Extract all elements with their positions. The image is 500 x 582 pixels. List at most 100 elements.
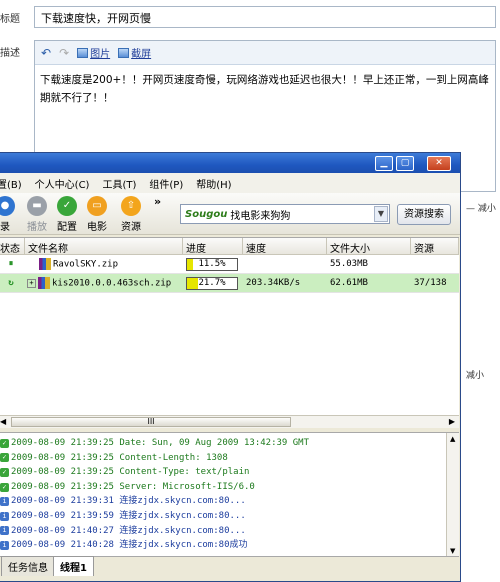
screenshot-label: 截屏 — [131, 49, 152, 60]
table-row[interactable]: ⏸ RavolSKY.zip 11.5% 55.03MB — [0, 255, 459, 274]
menu-help[interactable]: 帮助(H) — [196, 176, 231, 191]
log-text: 2009-08-09 21:39:25 Content-Type: text/p… — [11, 467, 250, 478]
col-filename[interactable]: 文件名称 — [25, 238, 183, 254]
editor-toolbar: ↶ ↷ 图片 截屏 — [35, 41, 495, 65]
movie-button[interactable]: ▭ 电影 — [83, 196, 111, 233]
record-icon: ● — [0, 196, 15, 216]
log-line: i 2009-08-09 21:40:28 连接zjdx.skycn.com:80… — [0, 538, 459, 553]
file-name: RavolSKY.zip — [53, 259, 119, 270]
log-line: ✓ 2009-08-09 21:39:25 Content-Type: text/… — [0, 465, 459, 480]
bottom-tabs: 任务信息 线程1 — [0, 556, 459, 576]
success-icon: ✓ — [0, 438, 9, 448]
log-text: 2009-08-09 21:39:25 Content-Length: 1308 — [11, 452, 228, 463]
scroll-left-icon[interactable]: ◀ — [0, 417, 6, 426]
scroll-right-icon[interactable]: ▶ — [449, 417, 455, 426]
play-button[interactable]: ▬ 播放 — [23, 196, 51, 233]
insert-image-label: 图片 — [90, 49, 111, 60]
log-lines: ✓ 2009-08-09 21:39:25 Date: Sun, 09 Aug 2… — [0, 436, 459, 553]
tab-thread-1[interactable]: 线程1 — [53, 556, 94, 576]
config-icon: ✓ — [57, 196, 77, 216]
config-label: 配置 — [57, 222, 77, 233]
download-manager-window: ▁ ▢ ✕ 置(B) 个人中心(C) 工具(T) 组件(P) 帮助(H) ● 录… — [0, 152, 461, 582]
insert-image-button[interactable]: 图片 — [77, 45, 110, 60]
zip-file-icon — [38, 277, 50, 289]
chevron-down-icon[interactable]: ▼ — [374, 206, 388, 222]
log-panel: ✓ 2009-08-09 21:39:25 Date: Sun, 09 Aug 2… — [0, 432, 459, 557]
scrollbar-thumb[interactable]: III — [11, 417, 291, 427]
shrink-link[interactable]: — 减小 — [466, 201, 496, 214]
resource-search-button[interactable]: 资源搜索 — [397, 204, 451, 225]
log-text: 2009-08-09 21:39:31 连接zjdx.skycn.com:80.… — [11, 496, 246, 507]
scroll-up-icon[interactable]: ▲ — [450, 435, 455, 443]
image-icon — [77, 47, 89, 58]
col-speed[interactable]: 速度 — [243, 238, 327, 254]
log-line: i 2009-08-09 21:40:27 连接zjdx.skycn.com:80… — [0, 524, 459, 539]
speed: 203.34KB/s — [246, 278, 301, 288]
file-size: 55.03MB — [330, 259, 368, 269]
search-combo[interactable]: Sougou 找电影来狗狗 ▼ — [180, 204, 390, 224]
log-text: 2009-08-09 21:40:28 连接zjdx.skycn.com:80成… — [11, 540, 248, 551]
config-button[interactable]: ✓ 配置 — [53, 196, 81, 233]
record-label: 录 — [0, 222, 10, 233]
screenshot-button[interactable]: 截屏 — [118, 45, 151, 60]
resource-label: 资源 — [121, 222, 141, 233]
progress-bar: 11.5% — [186, 257, 238, 271]
close-button[interactable]: ✕ — [427, 156, 451, 171]
col-size[interactable]: 文件大小 — [327, 238, 411, 254]
log-text: 2009-08-09 21:39:59 连接zjdx.skycn.com:80.… — [11, 510, 246, 521]
undo-icon[interactable]: ↶ — [41, 46, 51, 60]
log-line: ✓ 2009-08-09 21:39:25 Content-Length: 130… — [0, 451, 459, 466]
menu-components[interactable]: 组件(P) — [149, 176, 183, 191]
log-line: i 2009-08-09 21:39:31 连接zjdx.skycn.com:80… — [0, 494, 459, 509]
sources: 37/138 — [414, 278, 447, 288]
info-icon: i — [0, 511, 9, 521]
play-label: 播放 — [27, 222, 47, 233]
toolbar-overflow-icon[interactable]: » — [154, 195, 161, 208]
info-icon: i — [0, 497, 9, 507]
progress-text: 11.5% — [198, 258, 226, 269]
menu-personal-center[interactable]: 个人中心(C) — [35, 176, 90, 191]
description-text[interactable]: 下载速度是200+！！开网页速度奇慢，玩网络游戏也延迟也很大！！早上还正常，一到… — [35, 65, 495, 113]
pause-icon: ⏸ — [8, 259, 14, 269]
tab-task-info[interactable]: 任务信息 — [1, 556, 55, 576]
play-icon: ▬ — [27, 196, 47, 216]
log-text: 2009-08-09 21:39:25 Date: Sun, 09 Aug 20… — [11, 438, 310, 448]
movie-label: 电影 — [87, 222, 107, 233]
menu-settings[interactable]: 置(B) — [0, 176, 22, 191]
col-progress[interactable]: 进度 — [183, 238, 243, 254]
screenshot-icon — [118, 47, 130, 58]
expand-icon[interactable]: + — [27, 278, 36, 288]
col-sources[interactable]: 资源 — [411, 238, 459, 254]
redo-icon[interactable]: ↷ — [59, 46, 69, 60]
list-header: 状态 文件名称 进度 速度 文件大小 资源 — [0, 238, 459, 255]
file-name: kis2010.0.0.463sch.zip — [52, 278, 172, 289]
title-bar[interactable]: ▁ ▢ ✕ — [0, 153, 460, 173]
log-line: ✓ 2009-08-09 21:39:25 Date: Sun, 09 Aug 2… — [0, 436, 459, 451]
horizontal-scrollbar[interactable]: ◀ III ▶ — [0, 415, 459, 428]
scroll-down-icon[interactable]: ▼ — [450, 547, 455, 555]
progress-text: 21.7% — [198, 277, 226, 288]
table-row[interactable]: ↻ + kis2010.0.0.463sch.zip 21.7% 203.34KB… — [0, 274, 459, 293]
info-icon: i — [0, 540, 9, 550]
vertical-scrollbar[interactable]: ▲ ▼ — [446, 433, 459, 557]
minimize-button[interactable]: ▁ — [375, 156, 393, 171]
col-status[interactable]: 状态 — [0, 238, 25, 254]
scroll-grip: III — [147, 417, 155, 426]
menu-bar: 置(B) 个人中心(C) 工具(T) 组件(P) 帮助(H) — [0, 173, 460, 193]
record-button[interactable]: ● 录 — [0, 196, 19, 233]
movie-icon: ▭ — [87, 196, 107, 216]
maximize-button[interactable]: ▢ — [396, 156, 414, 171]
title-input[interactable]: 下载速度快，开网页慢 — [34, 6, 496, 28]
log-text: 2009-08-09 21:40:27 连接zjdx.skycn.com:80.… — [11, 525, 246, 536]
shrink-link-2[interactable]: 减小 — [466, 368, 484, 381]
desc-label: 描述 — [0, 48, 20, 59]
title-label: 标题 — [0, 14, 20, 25]
search-text: 找电影来狗狗 — [230, 210, 291, 222]
success-icon: ✓ — [0, 482, 9, 492]
menu-tools[interactable]: 工具(T) — [102, 176, 136, 191]
success-icon: ✓ — [0, 453, 9, 463]
log-text: 2009-08-09 21:39:25 Server: Microsoft-II… — [11, 481, 255, 492]
success-icon: ✓ — [0, 467, 9, 477]
download-list: 状态 文件名称 进度 速度 文件大小 资源 ⏸ RavolSKY.zip 11.… — [0, 237, 459, 415]
resource-button[interactable]: ⇧ 资源 — [117, 196, 145, 233]
